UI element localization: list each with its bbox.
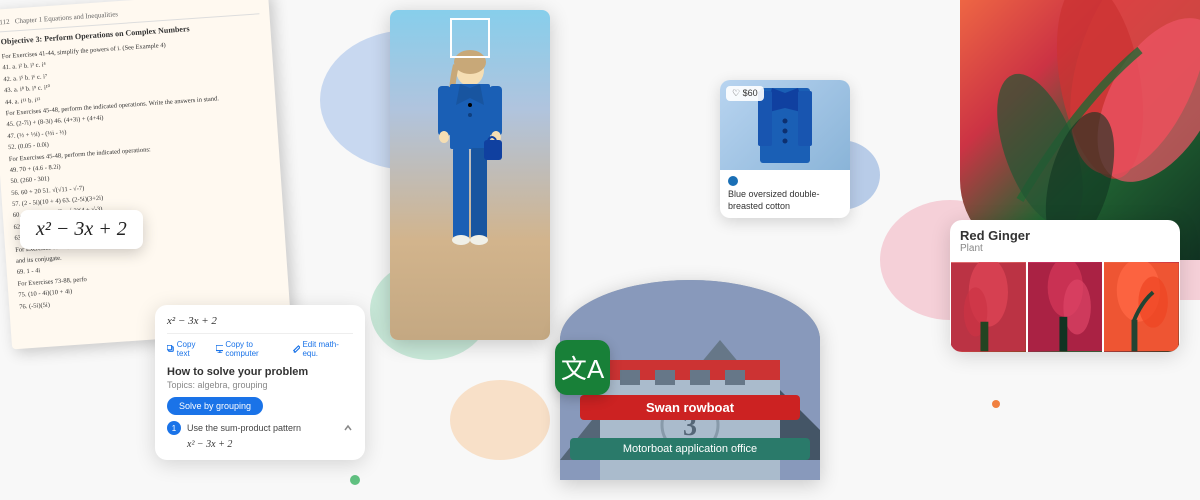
step-formula: x² − 3x + 2 xyxy=(187,439,353,450)
copy-to-computer-button[interactable]: Copy to computer xyxy=(216,340,287,358)
translate-icon: 文A xyxy=(561,349,604,386)
focus-bracket-bottom xyxy=(450,38,490,58)
translate-badge[interactable]: 文A xyxy=(555,340,610,395)
sign-red: Swan rowboat xyxy=(580,395,800,420)
math-solution-card[interactable]: x² − 3x + 2 Copy text Copy to computer E… xyxy=(155,305,365,460)
focus-bracket-top xyxy=(450,18,490,38)
fashion-photo xyxy=(390,10,550,340)
product-color-dot xyxy=(728,176,738,186)
plant-name: Red Ginger xyxy=(960,228,1170,243)
dot-orange xyxy=(992,400,1000,408)
step-text: Use the sum-product pattern xyxy=(187,423,343,433)
math-textbook-card: 112 Chapter 1 Equations and Inequalities… xyxy=(0,0,292,349)
plant-image-1 xyxy=(951,262,1026,352)
product-info: Blue oversized double-breasted cotton xyxy=(720,170,850,218)
blob-peach-bottom xyxy=(450,380,550,460)
product-image: ♡ $60 xyxy=(720,80,850,170)
product-card[interactable]: ♡ $60 Blue oversized double-breasted cot… xyxy=(720,80,850,218)
math-book-content: 112 Chapter 1 Equations and Inequalities… xyxy=(0,0,290,322)
product-name: Blue oversized double-breasted cotton xyxy=(728,189,842,212)
plant-image-3 xyxy=(1104,262,1179,352)
edit-math-button[interactable]: Edit math-equ. xyxy=(293,340,353,358)
plant-card[interactable]: Red Ginger Plant xyxy=(950,220,1180,352)
formula-card: x² − 3x + 2 xyxy=(20,210,143,249)
chevron-up-icon xyxy=(343,423,353,433)
solution-actions: Copy text Copy to computer Edit math-equ… xyxy=(167,340,353,358)
solve-by-grouping-button[interactable]: Solve by grouping xyxy=(167,397,263,415)
solution-title: How to solve your problem xyxy=(167,366,353,378)
copy-text-button[interactable]: Copy text xyxy=(167,340,210,358)
solution-formula: x² − 3x + 2 xyxy=(167,315,353,334)
plant-image-2 xyxy=(1028,262,1103,352)
dot-green xyxy=(350,475,360,485)
fashion-figure xyxy=(420,40,520,300)
formula-display: x² − 3x + 2 xyxy=(36,218,127,240)
solution-subtitle: Topics: algebra, grouping xyxy=(167,380,353,390)
fashion-photo-card xyxy=(390,10,550,340)
product-price-tag: ♡ $60 xyxy=(726,86,764,101)
sign-teal: Motorboat application office xyxy=(570,438,810,460)
step-number: 1 xyxy=(167,421,181,435)
plant-info: Red Ginger Plant xyxy=(950,220,1180,262)
step-item: 1 Use the sum-product pattern xyxy=(167,421,353,435)
plant-images xyxy=(950,262,1180,352)
plant-type: Plant xyxy=(960,243,1170,254)
